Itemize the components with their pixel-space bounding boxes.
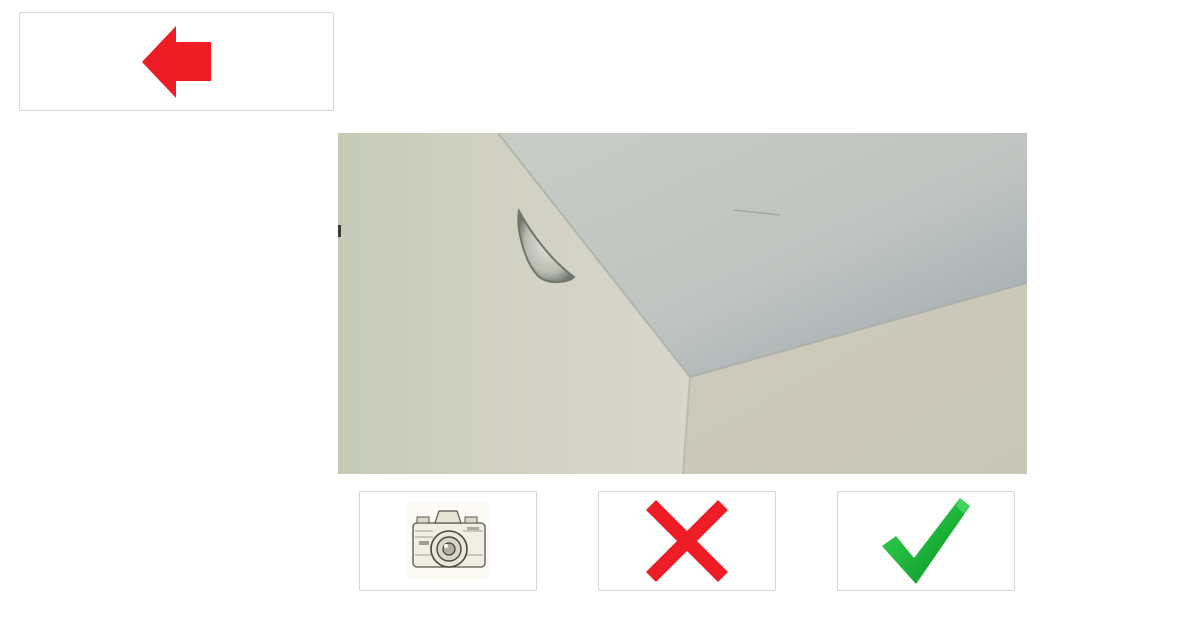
back-button[interactable] [19,12,334,111]
confirm-button[interactable] [837,491,1015,591]
camera-capture-page [0,0,1199,621]
capture-button[interactable] [359,491,537,591]
checkmark-icon [882,498,970,584]
camera-preview-image [338,133,1027,474]
camera-icon [407,503,489,579]
close-icon [646,500,728,582]
cancel-button[interactable] [598,491,776,591]
arrow-left-icon [141,25,211,98]
camera-preview [338,133,1027,474]
